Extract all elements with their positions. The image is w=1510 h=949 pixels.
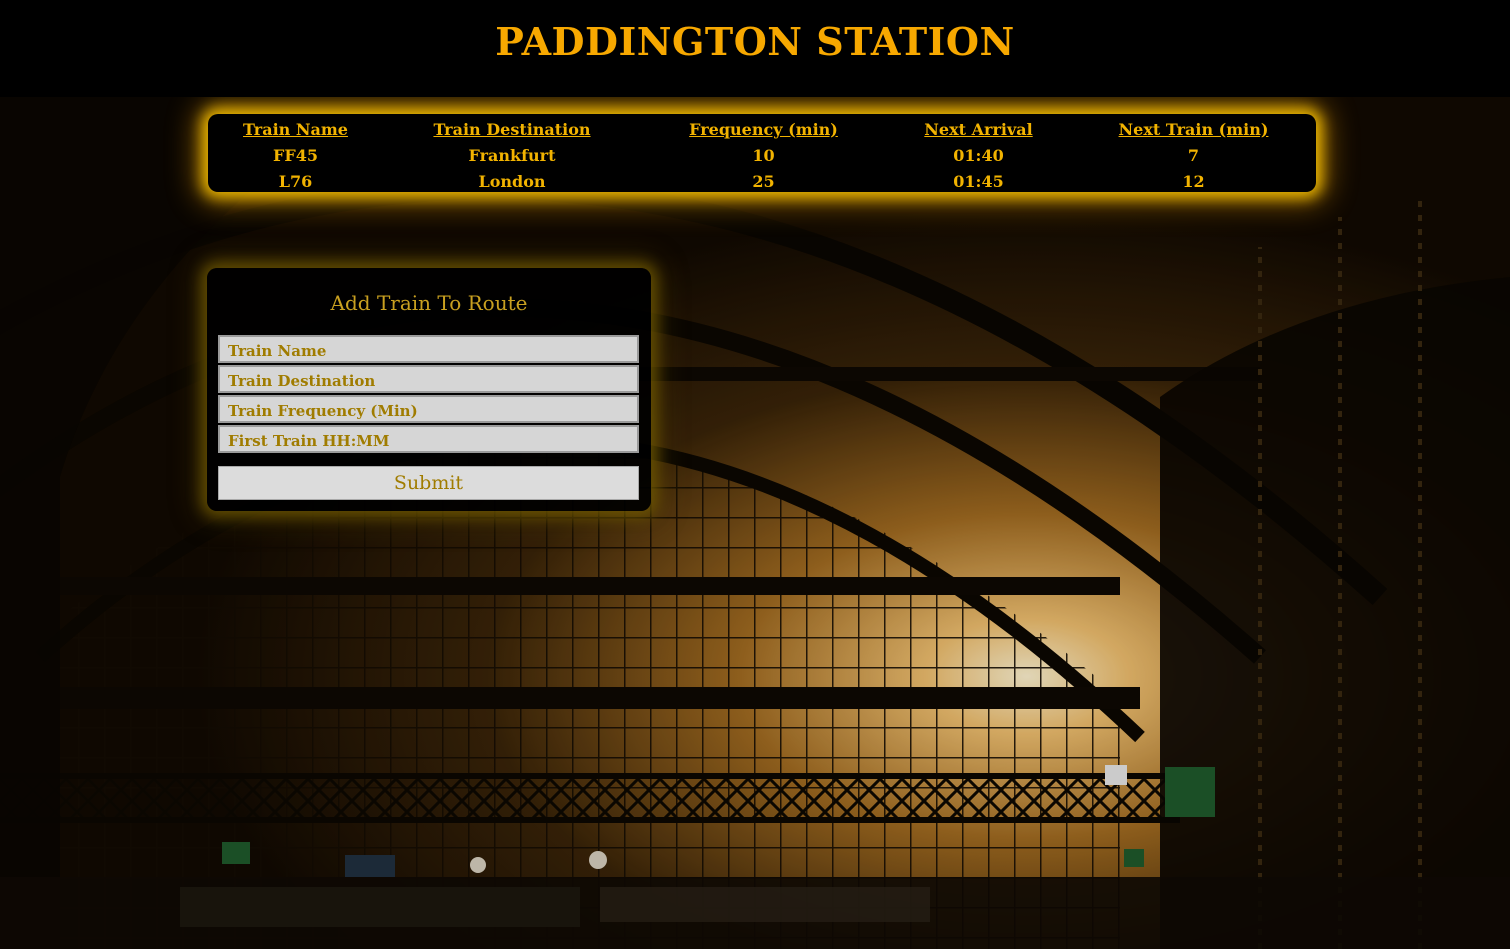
form-title: Add Train To Route — [330, 291, 528, 315]
cell-train-destination: London — [478, 172, 546, 191]
column-header-train-destination: Train Destination — [433, 120, 591, 139]
train-destination-input[interactable] — [218, 365, 639, 393]
cell-frequency: 25 — [752, 172, 775, 191]
page-header: PADDINGTON STATION — [0, 0, 1510, 97]
cell-train-destination: Frankfurt — [468, 146, 556, 165]
table-row: FF45 Frankfurt 10 01:40 7 — [208, 143, 1316, 169]
table-header-row: Train Name Train Destination Frequency (… — [208, 117, 1316, 143]
cell-train-name: L76 — [278, 172, 313, 191]
column-header-frequency: Frequency (min) — [689, 120, 838, 139]
add-train-form: Add Train To Route Submit — [207, 268, 651, 511]
train-frequency-input[interactable] — [218, 395, 639, 423]
cell-train-name: FF45 — [273, 146, 318, 165]
cell-next-arrival: 01:40 — [953, 146, 1004, 165]
cell-next-train: 7 — [1187, 146, 1200, 165]
cell-frequency: 10 — [752, 146, 775, 165]
column-header-train-name: Train Name — [243, 120, 348, 139]
train-schedule-panel: Train Name Train Destination Frequency (… — [208, 114, 1316, 192]
table-row: L76 London 25 01:45 12 — [208, 169, 1316, 195]
page: PADDINGTON STATION Train Name Train Dest… — [0, 0, 1510, 949]
first-train-time-input[interactable] — [218, 425, 639, 453]
train-name-input[interactable] — [218, 335, 639, 363]
submit-button[interactable]: Submit — [218, 466, 639, 500]
cell-next-train: 12 — [1182, 172, 1205, 191]
train-schedule-table: Train Name Train Destination Frequency (… — [208, 117, 1316, 195]
column-header-next-arrival: Next Arrival — [924, 120, 1033, 139]
column-header-next-train: Next Train (min) — [1118, 120, 1269, 139]
cell-next-arrival: 01:45 — [953, 172, 1004, 191]
page-title: PADDINGTON STATION — [495, 19, 1015, 64]
station-background-image — [0, 97, 1510, 949]
